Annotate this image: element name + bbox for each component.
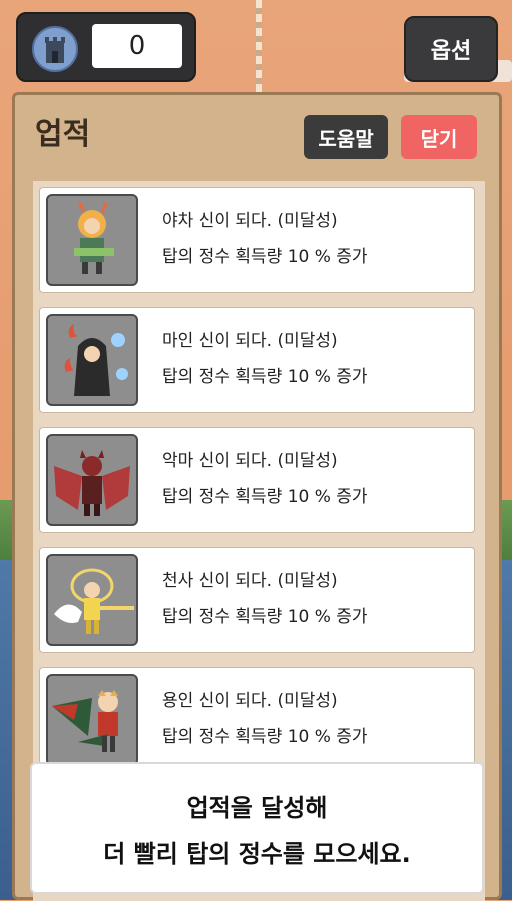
score-value: 0 xyxy=(92,24,182,68)
achievement-card: 야차 신이 되다. (미달성) 탑의 정수 획득량 10 % 증가 xyxy=(39,187,475,293)
help-button[interactable]: 도움말 xyxy=(304,115,388,159)
tip-line-2: 더 빨리 탑의 정수를 모으세요. xyxy=(103,840,411,868)
demon-mage-portrait-icon xyxy=(46,314,138,406)
close-button[interactable]: 닫기 xyxy=(401,115,477,159)
achievement-desc: 탑의 정수 획득량 10 % 증가 xyxy=(162,607,368,627)
options-button[interactable]: 옵션 xyxy=(404,16,498,82)
tip-line-1: 업적을 달성해 xyxy=(186,794,328,822)
achievement-card: 악마 신이 되다. (미달성) 탑의 정수 획득량 10 % 증가 xyxy=(39,427,475,533)
achievement-card: 마인 신이 되다. (미달성) 탑의 정수 획득량 10 % 증가 xyxy=(39,307,475,413)
background-rope xyxy=(256,0,262,92)
achievement-card: 용인 신이 되다. (미달성) 탑의 정수 획득량 10 % 증가 xyxy=(39,667,475,773)
achievement-desc: 탑의 정수 획득량 10 % 증가 xyxy=(162,367,368,387)
achievement-name: 야차 신이 되다. (미달성) xyxy=(162,211,338,231)
dragon-portrait-icon xyxy=(46,674,138,766)
achievement-desc: 탑의 정수 획득량 10 % 증가 xyxy=(162,487,368,507)
panel-title: 업적 xyxy=(35,117,91,152)
achievement-name: 마인 신이 되다. (미달성) xyxy=(162,331,338,351)
achievement-name: 천사 신이 되다. (미달성) xyxy=(162,571,338,591)
achievement-name: 악마 신이 되다. (미달성) xyxy=(162,451,338,471)
achievement-desc: 탑의 정수 획득량 10 % 증가 xyxy=(162,247,368,267)
achievement-desc: 탑의 정수 획득량 10 % 증가 xyxy=(162,727,368,747)
achievement-card: 천사 신이 되다. (미달성) 탑의 정수 획득량 10 % 증가 xyxy=(39,547,475,653)
tip-box: 업적을 달성해 더 빨리 탑의 정수를 모으세요. xyxy=(30,762,484,894)
achievement-name: 용인 신이 되다. (미달성) xyxy=(162,691,338,711)
score-panel: 0 xyxy=(16,12,196,82)
tower-icon xyxy=(32,26,78,72)
devil-portrait-icon xyxy=(46,434,138,526)
angel-portrait-icon xyxy=(46,554,138,646)
yaksha-portrait-icon xyxy=(46,194,138,286)
